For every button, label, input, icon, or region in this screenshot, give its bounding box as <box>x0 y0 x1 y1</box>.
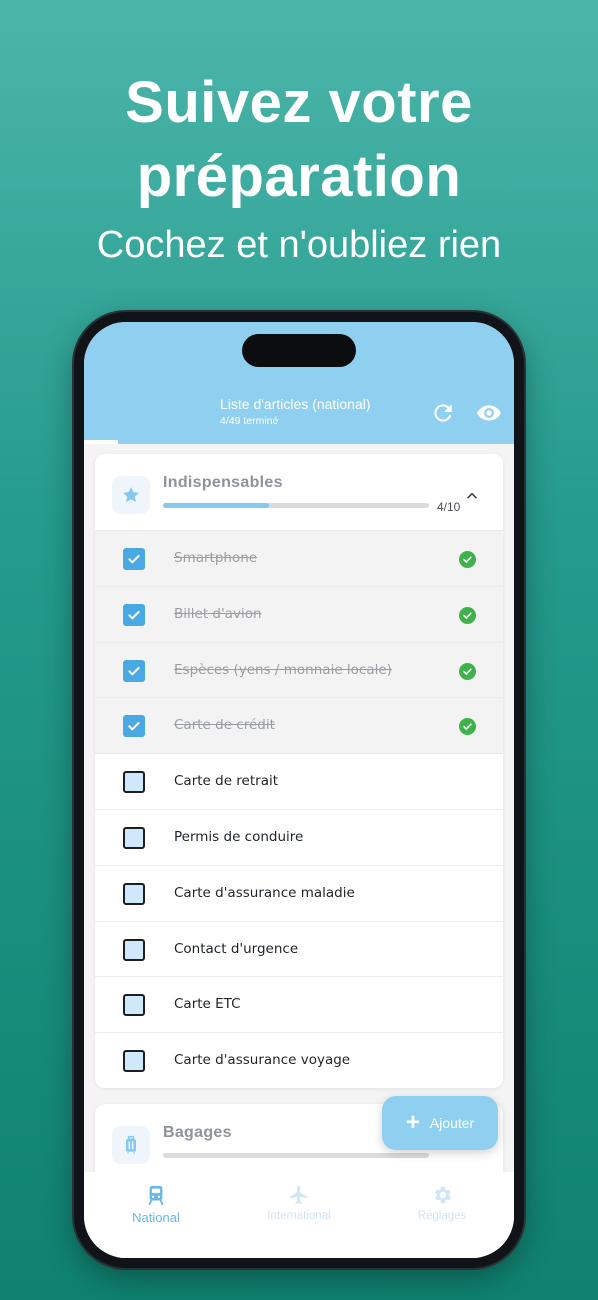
category-title: Bagages <box>163 1124 232 1141</box>
checklist-item[interactable]: Permis de conduire <box>95 808 503 865</box>
checkbox-unchecked[interactable] <box>123 938 145 961</box>
item-list: Smartphone Billet d'avion Espèces (yens / … <box>95 530 503 1088</box>
category-title: Indispensables <box>163 474 283 491</box>
star-icon <box>123 487 139 503</box>
add-item-label: Ajouter <box>429 1115 475 1131</box>
category-header-essentials[interactable]: Indispensables 4/10 <box>95 454 503 530</box>
checklist-item[interactable]: Contact d'urgence <box>95 920 503 977</box>
checkbox-checked[interactable] <box>123 715 145 738</box>
list-progress-text: 4/49 terminé <box>220 415 279 427</box>
promo-title: Suivez votre préparation <box>0 66 598 214</box>
bottom-nav: National International Réglages <box>84 1172 514 1258</box>
checkbox-checked[interactable] <box>123 548 145 570</box>
nav-tab-national[interactable]: National <box>96 1184 216 1225</box>
item-label: Carte de crédit <box>174 717 275 734</box>
item-label: Espèces (yens / monnaie locale) <box>174 661 392 678</box>
checklist-item[interactable]: Carte ETC <box>95 976 503 1033</box>
phone-screen: Liste d'articles (national) 4/49 terminé <box>84 322 514 1258</box>
checklist-item[interactable]: Espèces (yens / monnaie locale) <box>95 641 503 698</box>
done-check-icon <box>459 606 476 624</box>
promo-subtitle: Cochez et n'oubliez rien <box>96 224 502 266</box>
checklist-item[interactable]: Carte d'assurance voyage <box>95 1032 503 1088</box>
checklist-content[interactable]: Indispensables 4/10 Smartphone Billet d'a… <box>84 444 514 1172</box>
promo-title-line1: Suivez votre <box>125 70 473 135</box>
toggle-visibility-button[interactable] <box>476 400 502 426</box>
nav-label-national: National <box>132 1210 180 1225</box>
train-icon <box>148 1185 164 1206</box>
checklist-item[interactable]: Carte d'assurance maladie <box>95 864 503 921</box>
eye-icon <box>477 405 501 421</box>
nav-label-international: International <box>267 1210 331 1222</box>
phone-frame: Liste d'articles (national) 4/49 terminé <box>74 312 524 1268</box>
checkbox-checked[interactable] <box>123 603 145 626</box>
checkmark-icon <box>128 722 140 731</box>
checkbox-unchecked[interactable] <box>123 826 145 849</box>
checkmark-icon <box>128 610 140 620</box>
category-progress-bar <box>163 503 429 508</box>
done-check-icon <box>459 662 476 680</box>
item-label: Contact d'urgence <box>174 940 299 957</box>
suitcase-icon <box>126 1135 136 1154</box>
checkbox-unchecked[interactable] <box>123 994 145 1017</box>
category-icon-box <box>112 1126 150 1164</box>
item-label: Carte d'assurance voyage <box>174 1052 351 1069</box>
checkbox-unchecked[interactable] <box>123 882 145 905</box>
category-progress-fill <box>163 503 270 508</box>
nav-label-settings: Réglages <box>417 1210 467 1222</box>
refresh-icon <box>434 404 452 422</box>
checklist-item[interactable]: Carte de retrait <box>95 753 503 809</box>
chevron-up-icon[interactable] <box>465 489 479 503</box>
item-label: Permis de conduire <box>174 828 304 845</box>
done-check-icon <box>459 718 476 736</box>
checkmark-icon <box>128 666 140 675</box>
checklist-item[interactable]: Carte de crédit <box>95 697 503 754</box>
refresh-button[interactable] <box>430 400 456 426</box>
category-count: 4/10 <box>437 500 461 514</box>
add-item-button[interactable]: + Ajouter <box>382 1096 498 1150</box>
dynamic-island <box>242 334 356 367</box>
item-label: Smartphone <box>174 550 258 566</box>
item-label: Billet d'avion <box>174 605 262 622</box>
checkmark-icon <box>128 555 140 564</box>
gear-icon <box>435 1186 451 1204</box>
done-check-icon <box>459 551 476 568</box>
nav-tab-settings[interactable]: Réglages <box>382 1184 502 1222</box>
item-label: Carte d'assurance maladie <box>174 884 355 901</box>
nav-tab-international[interactable]: International <box>239 1184 359 1222</box>
checkbox-unchecked[interactable] <box>123 1050 145 1073</box>
checklist-item[interactable]: Billet d'avion <box>95 585 503 642</box>
category-progress-bar <box>163 1153 429 1158</box>
category-icon-box <box>112 476 150 514</box>
checkbox-unchecked[interactable] <box>123 771 145 794</box>
promo-title-line2: préparation <box>136 144 462 209</box>
item-label: Carte de retrait <box>174 773 279 790</box>
plus-icon: + <box>405 1109 420 1136</box>
category-card-essentials: Indispensables 4/10 Smartphone Billet d'a… <box>95 454 503 1088</box>
list-title: Liste d'articles (national) <box>220 396 371 412</box>
item-label: Carte ETC <box>174 996 241 1013</box>
checkbox-checked[interactable] <box>123 659 145 682</box>
checklist-item[interactable]: Smartphone <box>95 530 503 586</box>
airplane-icon <box>289 1185 308 1205</box>
